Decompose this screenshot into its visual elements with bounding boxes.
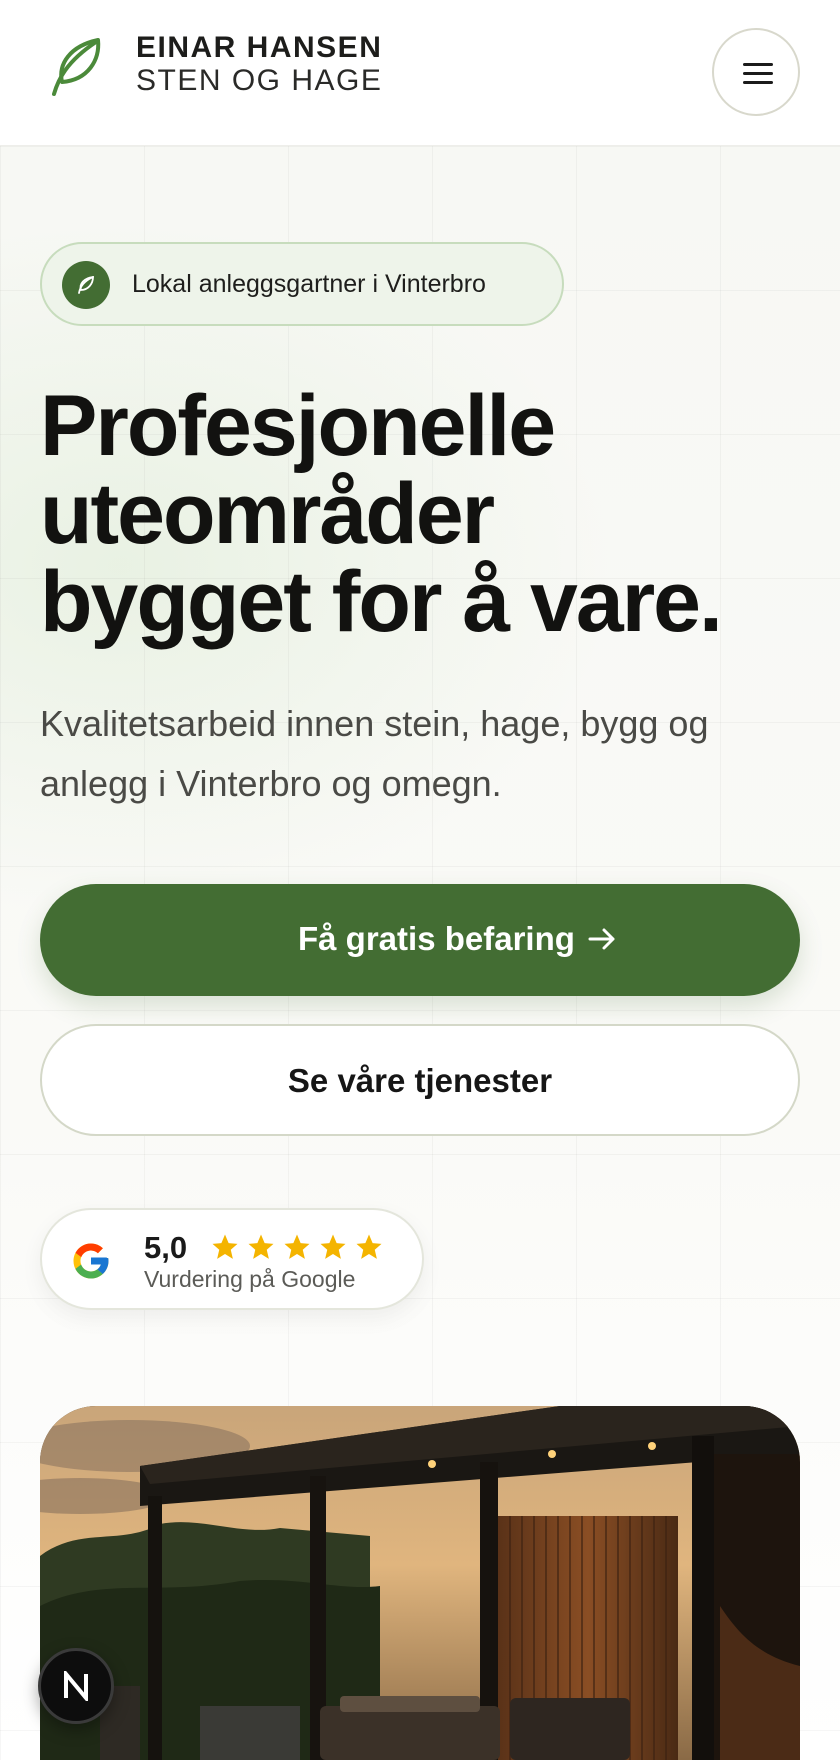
- star-icon: [212, 1234, 238, 1259]
- free-inspection-button[interactable]: Få gratis befaring: [40, 884, 800, 996]
- headline-line-2: uteområder: [40, 466, 495, 562]
- google-rating-card[interactable]: 5,0 Vurdering på Google: [40, 1208, 424, 1310]
- n-floating-button[interactable]: [38, 1648, 114, 1724]
- menu-button[interactable]: [712, 28, 800, 116]
- free-inspection-label: Få gratis befaring: [298, 920, 575, 957]
- star-rating: [210, 1232, 390, 1267]
- see-services-label: Se våre tjenester: [287, 1062, 553, 1099]
- hamburger-menu-icon: [743, 63, 773, 66]
- badge-leaf-icon: [62, 261, 110, 309]
- star-icon: [248, 1234, 274, 1259]
- hero-subtitle: Kvalitetsarbeid innen stein, hage, bygg …: [40, 703, 709, 804]
- headline-line-3: bygget for å vare.: [40, 554, 723, 650]
- brand-name[interactable]: EINAR HANSEN: [136, 31, 382, 65]
- rating-label: Vurdering på Google: [144, 1266, 356, 1292]
- n-logo-icon: [64, 1671, 88, 1701]
- star-icon: [284, 1234, 310, 1259]
- brand-tagline[interactable]: STEN OG HAGE: [136, 64, 382, 98]
- hero-photo-pergola: [40, 1406, 800, 1760]
- star-icon: [356, 1234, 382, 1259]
- headline-line-1: Profesjonelle: [40, 378, 556, 474]
- leaf-icon[interactable]: [48, 36, 106, 98]
- arrow-right-icon: [588, 928, 615, 950]
- see-services-button[interactable]: Se våre tjenester: [40, 1024, 800, 1136]
- star-icon: [320, 1234, 346, 1259]
- badge-text: Lokal anleggsgartner i Vinterbro: [132, 270, 486, 298]
- google-icon: [73, 1243, 109, 1279]
- site-header: EINAR HANSEN STEN OG HAGE: [0, 0, 840, 146]
- rating-score: 5,0: [144, 1230, 188, 1265]
- hero-headline: Profesjonelle uteområder bygget for å va…: [40, 382, 800, 646]
- location-badge: Lokal anleggsgartner i Vinterbro: [40, 242, 564, 326]
